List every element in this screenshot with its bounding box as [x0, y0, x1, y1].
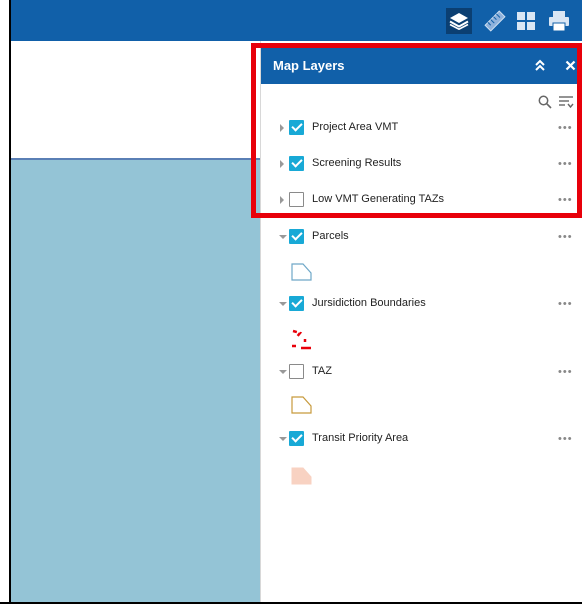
- layer-row-jurisdiction-boundaries[interactable]: Jursidiction Boundaries •••: [261, 295, 582, 313]
- layer-checkbox[interactable]: [289, 120, 304, 135]
- collapse-caret-icon[interactable]: [279, 370, 287, 374]
- app-toolbar: [10, 0, 582, 41]
- layer-label: Jursidiction Boundaries: [312, 297, 426, 309]
- layer-checkbox[interactable]: [289, 364, 304, 379]
- collapse-caret-icon[interactable]: [279, 437, 287, 441]
- screenshot-border-left: [9, 0, 11, 604]
- more-options-icon[interactable]: •••: [558, 433, 573, 445]
- layer-row-taz[interactable]: TAZ •••: [261, 363, 582, 381]
- search-icon[interactable]: [536, 93, 554, 111]
- basemap-gallery-icon[interactable]: [513, 8, 539, 34]
- collapse-caret-icon[interactable]: [279, 235, 287, 239]
- more-options-icon[interactable]: •••: [558, 298, 573, 310]
- close-icon[interactable]: [561, 56, 579, 74]
- layer-checkbox[interactable]: [289, 296, 304, 311]
- layer-row-parcels[interactable]: Parcels •••: [261, 228, 582, 246]
- parcels-legend-symbol: [291, 263, 313, 286]
- layer-row-low-vmt-tazs[interactable]: Low VMT Generating TAZs •••: [261, 191, 582, 209]
- filter-icon[interactable]: [557, 93, 575, 111]
- layer-row-project-area-vmt[interactable]: Project Area VMT •••: [261, 119, 582, 137]
- more-options-icon[interactable]: •••: [558, 231, 573, 243]
- expand-caret-icon[interactable]: [280, 196, 284, 204]
- layer-checkbox[interactable]: [289, 156, 304, 171]
- taz-legend-symbol: [291, 396, 313, 419]
- measure-icon[interactable]: [482, 8, 508, 34]
- layer-label: Project Area VMT: [312, 121, 399, 133]
- transit-legend-symbol: [291, 467, 313, 490]
- layer-label: Parcels: [312, 230, 349, 242]
- more-options-icon[interactable]: •••: [558, 122, 573, 134]
- layer-row-transit-priority-area[interactable]: Transit Priority Area •••: [261, 430, 582, 448]
- more-options-icon[interactable]: •••: [558, 366, 573, 378]
- layer-label: TAZ: [312, 365, 332, 377]
- layer-label: Screening Results: [312, 157, 402, 169]
- layer-row-screening-results[interactable]: Screening Results •••: [261, 155, 582, 173]
- layer-checkbox[interactable]: [289, 192, 304, 207]
- collapse-caret-icon[interactable]: [279, 302, 287, 306]
- panel-title: Map Layers: [273, 58, 345, 73]
- print-icon[interactable]: [543, 8, 573, 34]
- panel-header: Map Layers: [261, 48, 582, 84]
- expand-caret-icon[interactable]: [280, 160, 284, 168]
- layer-checkbox[interactable]: [289, 431, 304, 446]
- layer-label: Low VMT Generating TAZs: [312, 193, 445, 205]
- more-options-icon[interactable]: •••: [558, 158, 573, 170]
- more-options-icon[interactable]: •••: [558, 194, 573, 206]
- expand-caret-icon[interactable]: [280, 124, 284, 132]
- jurisdiction-legend-symbol: [291, 329, 313, 356]
- layer-label: Transit Priority Area: [312, 432, 409, 444]
- double-chevron-up-icon[interactable]: [531, 56, 549, 74]
- map-water-area[interactable]: [10, 160, 260, 604]
- map-layers-panel: Map Layers Project Area VMT ••• Screenin…: [260, 41, 582, 602]
- layers-icon[interactable]: [446, 8, 472, 34]
- layer-checkbox[interactable]: [289, 229, 304, 244]
